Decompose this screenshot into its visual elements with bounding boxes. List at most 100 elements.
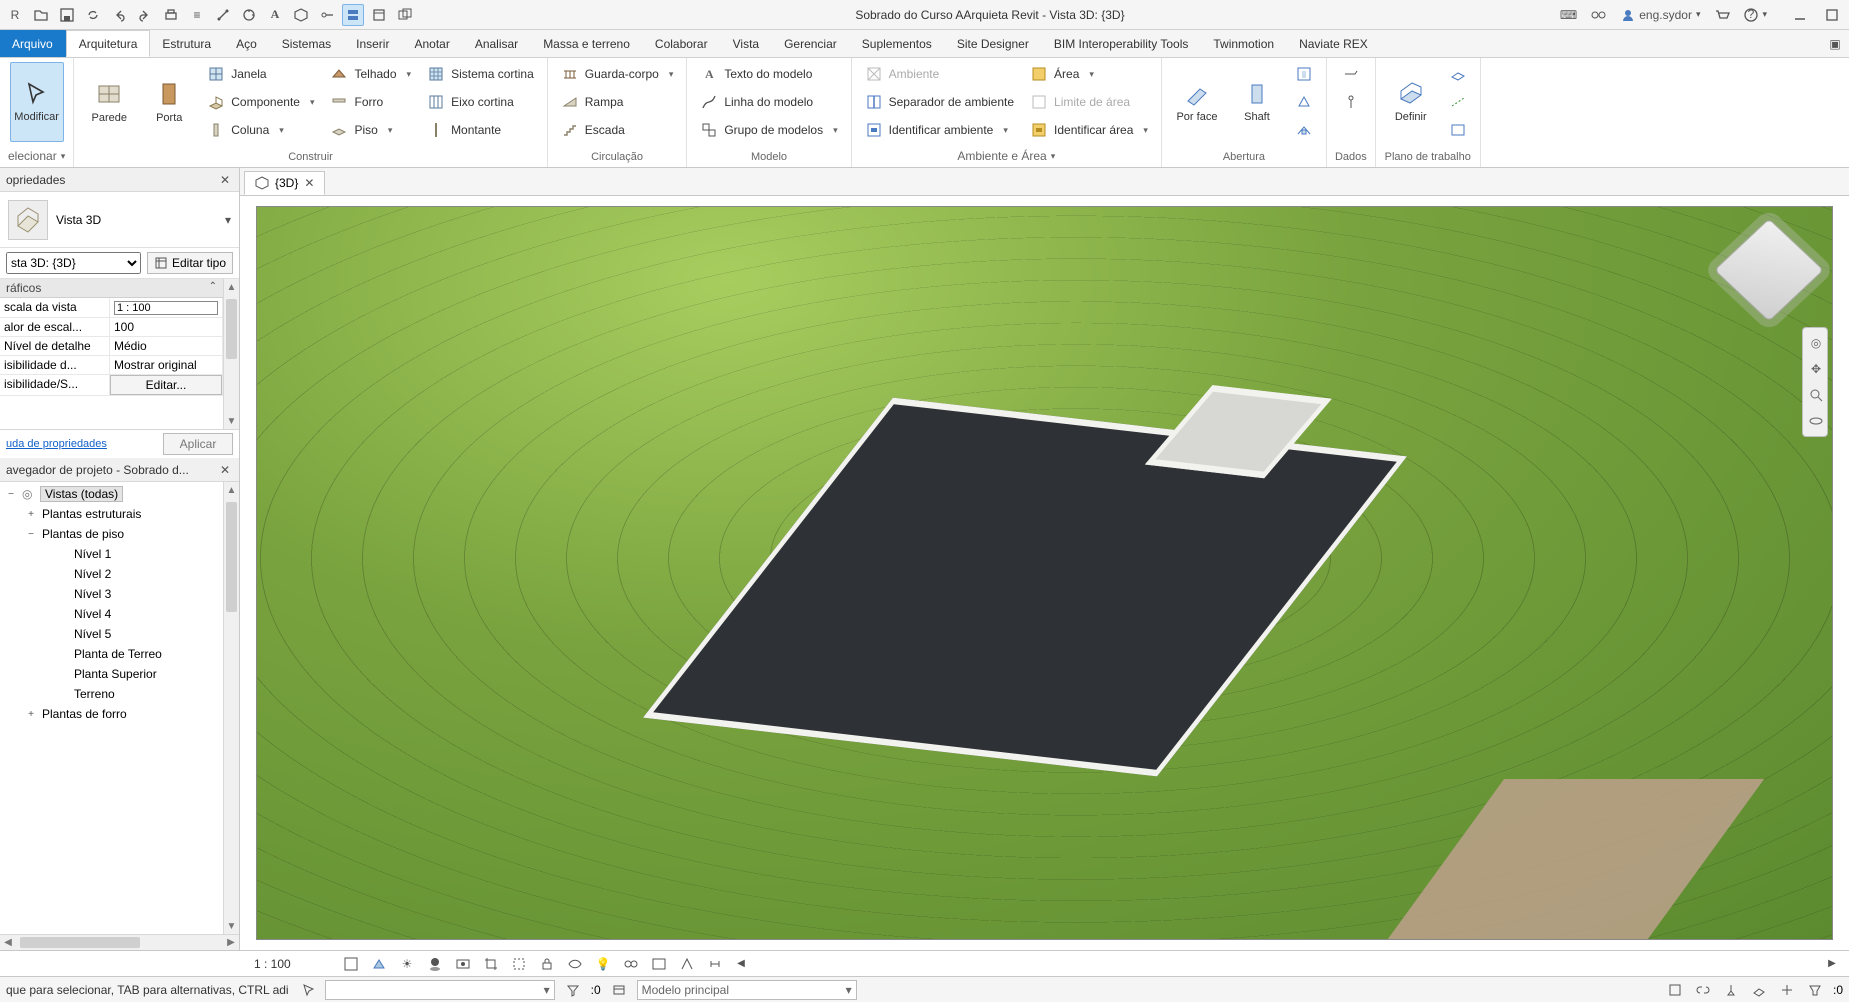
browser-level[interactable]: Nível 1 [48, 544, 223, 564]
orbit-icon[interactable] [1805, 410, 1827, 432]
prop-visdisp-value[interactable]: Mostrar original [110, 356, 223, 375]
tab-addins[interactable]: Suplementos [850, 30, 945, 57]
reveal-hidden-icon[interactable]: 💡 [592, 953, 614, 975]
tab-annotate[interactable]: Anotar [402, 30, 462, 57]
help-icon[interactable]: ?▾ [1740, 6, 1771, 24]
view-hscroll-right-icon[interactable]: ▶ [1823, 955, 1841, 973]
ceiling-button[interactable]: Forro [325, 90, 416, 114]
stair-button[interactable]: Escada [556, 118, 679, 142]
tab-manage[interactable]: Gerenciar [772, 30, 850, 57]
tag-area-button[interactable]: Identificar área [1025, 118, 1153, 142]
browser-hscroll[interactable]: ◀ ▶ [0, 934, 239, 950]
prop-scale-num-value[interactable]: 100 [110, 318, 223, 337]
by-face-button[interactable]: Por face [1170, 62, 1224, 142]
scroll-up-icon[interactable]: ▲ [224, 482, 239, 498]
detail-level-icon[interactable] [340, 953, 362, 975]
browser-structural-plans[interactable]: +Plantas estruturais [20, 504, 223, 524]
3d-icon[interactable] [290, 4, 312, 26]
scroll-up-icon[interactable]: ▲ [224, 279, 239, 295]
minimize-button[interactable] [1787, 4, 1813, 26]
vertical-opening-button[interactable] [1290, 90, 1318, 114]
lock-3d-icon[interactable] [536, 953, 558, 975]
view-hscroll-left-icon[interactable]: ◀ [732, 955, 750, 973]
restore-button[interactable] [1819, 4, 1845, 26]
measure-icon[interactable] [212, 4, 234, 26]
redo-icon[interactable] [134, 4, 156, 26]
print-icon[interactable] [160, 4, 182, 26]
wall-opening-button[interactable] [1290, 62, 1318, 86]
browser-level[interactable]: Nível 4 [48, 604, 223, 624]
type-dropdown-icon[interactable]: ▾ [225, 213, 231, 227]
status-filter-funnel-icon[interactable] [1805, 980, 1825, 1000]
browser-level[interactable]: Planta de Terreo [48, 644, 223, 664]
thin-lines-icon[interactable] [342, 4, 364, 26]
cart-icon[interactable] [1710, 6, 1734, 24]
status-link-select-icon[interactable] [1693, 980, 1713, 1000]
group-collapse-icon[interactable]: ⌃ [209, 281, 217, 295]
tab-collaborate[interactable]: Colaborar [643, 30, 721, 57]
mullion-button[interactable]: Montante [422, 118, 539, 142]
tab-naviate[interactable]: Naviate REX [1287, 30, 1381, 57]
room-separator-button[interactable]: Separador de ambiente [860, 90, 1019, 114]
status-face-select-icon[interactable] [1749, 980, 1769, 1000]
door-button[interactable]: Porta [142, 62, 196, 142]
wall-button[interactable]: Parede [82, 62, 136, 142]
user-account-button[interactable]: eng.sydor ▾ [1617, 6, 1704, 24]
scroll-down-icon[interactable]: ▼ [224, 918, 239, 934]
window-button[interactable]: Janela [202, 62, 319, 86]
status-editable-only-icon[interactable] [1665, 980, 1685, 1000]
status-select-icon[interactable] [297, 980, 317, 1000]
status-workset-icon[interactable] [609, 980, 629, 1000]
browser-level[interactable]: Nível 5 [48, 624, 223, 644]
section-icon[interactable] [316, 4, 338, 26]
browser-level[interactable]: Nível 2 [48, 564, 223, 584]
zoom-icon[interactable] [1805, 384, 1827, 406]
tab-site-designer[interactable]: Site Designer [945, 30, 1042, 57]
browser-root-views[interactable]: −◎ Vistas (todas) [0, 484, 223, 504]
undo-icon[interactable] [108, 4, 130, 26]
workplane-viewer-button[interactable] [1444, 118, 1472, 142]
properties-pane-header[interactable]: opriedades ✕ [0, 168, 239, 192]
scroll-down-icon[interactable]: ▼ [224, 413, 239, 429]
scroll-right-icon[interactable]: ▶ [223, 935, 239, 951]
tab-bim-interop[interactable]: BIM Interoperability Tools [1042, 30, 1202, 57]
browser-close-icon[interactable]: ✕ [217, 462, 233, 478]
browser-floor-plans[interactable]: −Plantas de piso [20, 524, 223, 544]
dormer-opening-button[interactable] [1290, 118, 1318, 142]
render-icon[interactable] [452, 953, 474, 975]
temp-hide-icon[interactable] [564, 953, 586, 975]
browser-pane-header[interactable]: avegador de projeto - Sobrado d... ✕ [0, 458, 239, 482]
roof-button[interactable]: Telhado [325, 62, 416, 86]
railing-button[interactable]: Guarda-corpo [556, 62, 679, 86]
floor-button[interactable]: Piso [325, 118, 416, 142]
tab-view[interactable]: Vista [721, 30, 772, 57]
view-tab-close-icon[interactable]: ✕ [304, 176, 314, 190]
level-button[interactable] [1337, 62, 1365, 86]
browser-scrollbar[interactable]: ▲ ▼ [223, 482, 239, 934]
tag-room-button[interactable]: Identificar ambiente [860, 118, 1019, 142]
status-drag-icon[interactable] [1777, 980, 1797, 1000]
properties-help-link[interactable]: uda de propriedades [6, 438, 157, 450]
worksharing-display-icon[interactable] [620, 953, 642, 975]
properties-scrollbar[interactable]: ▲ ▼ [223, 279, 239, 429]
component-button[interactable]: Componente [202, 90, 319, 114]
pan-icon[interactable]: ✥ [1805, 358, 1827, 380]
ramp-button[interactable]: Rampa [556, 90, 679, 114]
prop-detail-value[interactable]: Médio [110, 337, 223, 356]
shadows-icon[interactable] [424, 953, 446, 975]
tab-structure[interactable]: Estrutura [150, 30, 224, 57]
steering-wheel-icon[interactable]: ◎ [1805, 332, 1827, 354]
prop-visover-edit-button[interactable]: Editar... [110, 375, 222, 395]
model-line-button[interactable]: Linha do modelo [695, 90, 842, 114]
browser-level[interactable]: Terreno [48, 684, 223, 704]
sync-icon[interactable] [82, 4, 104, 26]
tab-steel[interactable]: Aço [224, 30, 270, 57]
modify-button[interactable]: Modificar [10, 62, 64, 142]
show-workplane-button[interactable] [1444, 62, 1472, 86]
crop-view-icon[interactable] [480, 953, 502, 975]
analytical-model-icon[interactable] [676, 953, 698, 975]
ref-plane-button[interactable] [1444, 90, 1472, 114]
properties-close-icon[interactable]: ✕ [217, 172, 233, 188]
status-type-field[interactable]: ▾ [325, 980, 555, 1000]
browser-level[interactable]: Planta Superior [48, 664, 223, 684]
